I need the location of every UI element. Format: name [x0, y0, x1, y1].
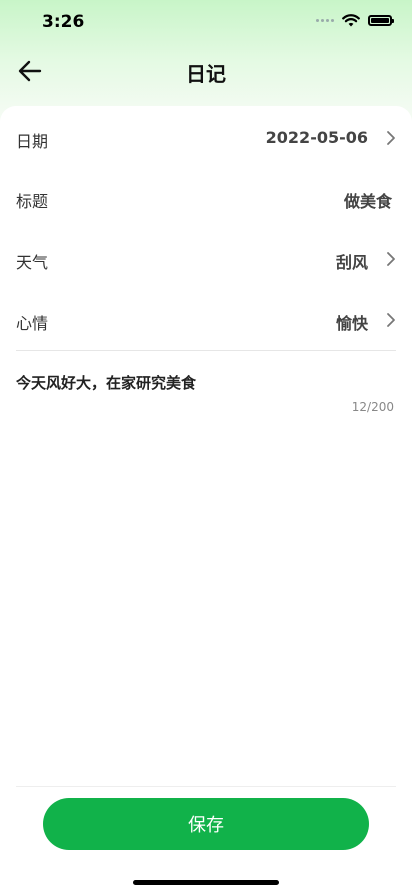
- diary-content-input[interactable]: 今天风好大，在家研究美食: [16, 372, 196, 393]
- wifi-icon: [342, 14, 360, 27]
- diary-form: 日期 2022-05-06 标题 做美食 天气 刮风 心情 愉快 今天风好大，在…: [0, 106, 412, 894]
- chevron-right-icon: [387, 131, 395, 145]
- weather-row[interactable]: 天气 刮风: [0, 229, 412, 289]
- mood-row[interactable]: 心情 愉快: [0, 290, 412, 350]
- battery-icon: [368, 15, 394, 26]
- save-button[interactable]: 保存: [43, 798, 369, 850]
- home-indicator: [133, 880, 279, 885]
- chevron-right-icon: [387, 252, 395, 266]
- status-icons: [316, 14, 394, 27]
- date-row[interactable]: 日期 2022-05-06: [0, 108, 412, 168]
- chevron-right-icon: [387, 313, 395, 327]
- title-row[interactable]: 标题 做美食: [0, 168, 412, 228]
- divider: [16, 350, 396, 351]
- date-label: 日期: [16, 132, 49, 151]
- page-title: 日记: [186, 62, 226, 86]
- title-value[interactable]: 做美食: [344, 188, 392, 212]
- weather-value: 刮风: [335, 253, 368, 272]
- mood-label: 心情: [16, 314, 49, 333]
- character-counter: 12/200: [351, 400, 394, 414]
- divider: [16, 786, 396, 787]
- mood-value: 愉快: [335, 314, 368, 333]
- status-time: 3:26: [42, 12, 85, 32]
- nav-bar: 日记: [0, 46, 412, 96]
- status-bar: 3:26: [0, 0, 412, 46]
- signal-icon: [316, 19, 334, 22]
- weather-label: 天气: [16, 253, 49, 272]
- title-label: 标题: [16, 192, 49, 211]
- date-value: 2022-05-06: [265, 128, 368, 147]
